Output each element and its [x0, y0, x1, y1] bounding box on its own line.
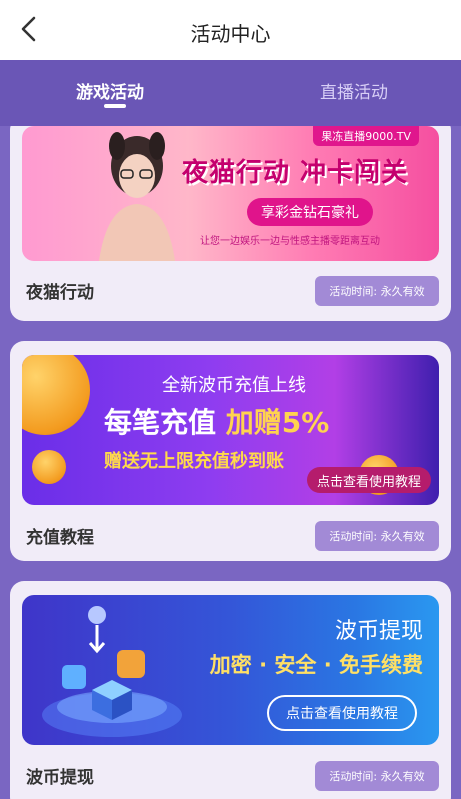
banner-subtext: 让您一边娱乐一边与性感主播零距离互动 [200, 236, 380, 247]
withdraw-banner[interactable]: 波币提现 加密 · 安全 · 免手续费 点击查看使用教程 [22, 595, 439, 745]
activity-time-badge: 活动时间: 永久有效 [315, 761, 439, 791]
tab-bar: 游戏活动 直播活动 [0, 60, 461, 126]
main-text-b: 加赠5% [225, 406, 330, 439]
activity-card-night-cat[interactable]: 果冻直播9000.TV 夜猫行动 冲卡闯关 享彩金钻石豪礼 让您一边娱乐一边与性… [10, 126, 451, 321]
banner-pill: 享彩金钻石豪礼 [247, 198, 373, 226]
card-title: 夜猫行动 [26, 283, 94, 303]
banner-top-text: 全新波币充值上线 [162, 375, 306, 396]
banner-main-text: 每笔充值 加赠5% [104, 401, 329, 441]
activity-card-recharge[interactable]: 全新波币充值上线 每笔充值 加赠5% 赠送无上限充值秒到账 点击查看使用教程 充… [10, 341, 451, 561]
coin-icon [22, 355, 90, 435]
card-title: 波币提现 [26, 768, 94, 788]
activity-time-badge: 活动时间: 永久有效 [315, 276, 439, 306]
page-title: 活动中心 [190, 22, 271, 46]
main-text-a: 每笔充值 [104, 406, 217, 439]
banner-subtext: 赠送无上限充值秒到账 [104, 451, 284, 472]
top-header: 活动中心 [0, 0, 461, 60]
view-tutorial-button[interactable]: 点击查看使用教程 [267, 695, 417, 731]
coin-icon [32, 450, 66, 484]
banner-title: 波币提现 [334, 619, 423, 644]
recharge-banner[interactable]: 全新波币充值上线 每笔充值 加赠5% 赠送无上限充值秒到账 点击查看使用教程 [22, 355, 439, 505]
night-cat-banner[interactable]: 果冻直播9000.TV 夜猫行动 冲卡闯关 享彩金钻石豪礼 让您一边娱乐一边与性… [22, 126, 439, 261]
tab-game-activities[interactable]: 游戏活动 [76, 78, 144, 103]
tab-live-activities[interactable]: 直播活动 [320, 78, 388, 103]
activity-card-withdraw[interactable]: 波币提现 加密 · 安全 · 免手续费 点击查看使用教程 波币提现 活动时间: … [10, 581, 451, 799]
crypto-platform-illustration [42, 606, 182, 737]
card-title: 充值教程 [26, 528, 94, 548]
host-figure-illustration [99, 132, 175, 261]
activity-time-badge: 活动时间: 永久有效 [315, 521, 439, 551]
banner-headline: 夜猫行动 冲卡闯关 [182, 158, 409, 188]
banner-main-text: 加密 · 安全 · 免手续费 [209, 653, 423, 677]
active-tab-indicator [104, 104, 126, 108]
activity-list[interactable]: 果冻直播9000.TV 夜猫行动 冲卡闯关 享彩金钻石豪礼 让您一边娱乐一边与性… [0, 126, 461, 799]
view-tutorial-button[interactable]: 点击查看使用教程 [306, 467, 431, 493]
brand-tag: 果冻直播9000.TV [313, 126, 419, 146]
